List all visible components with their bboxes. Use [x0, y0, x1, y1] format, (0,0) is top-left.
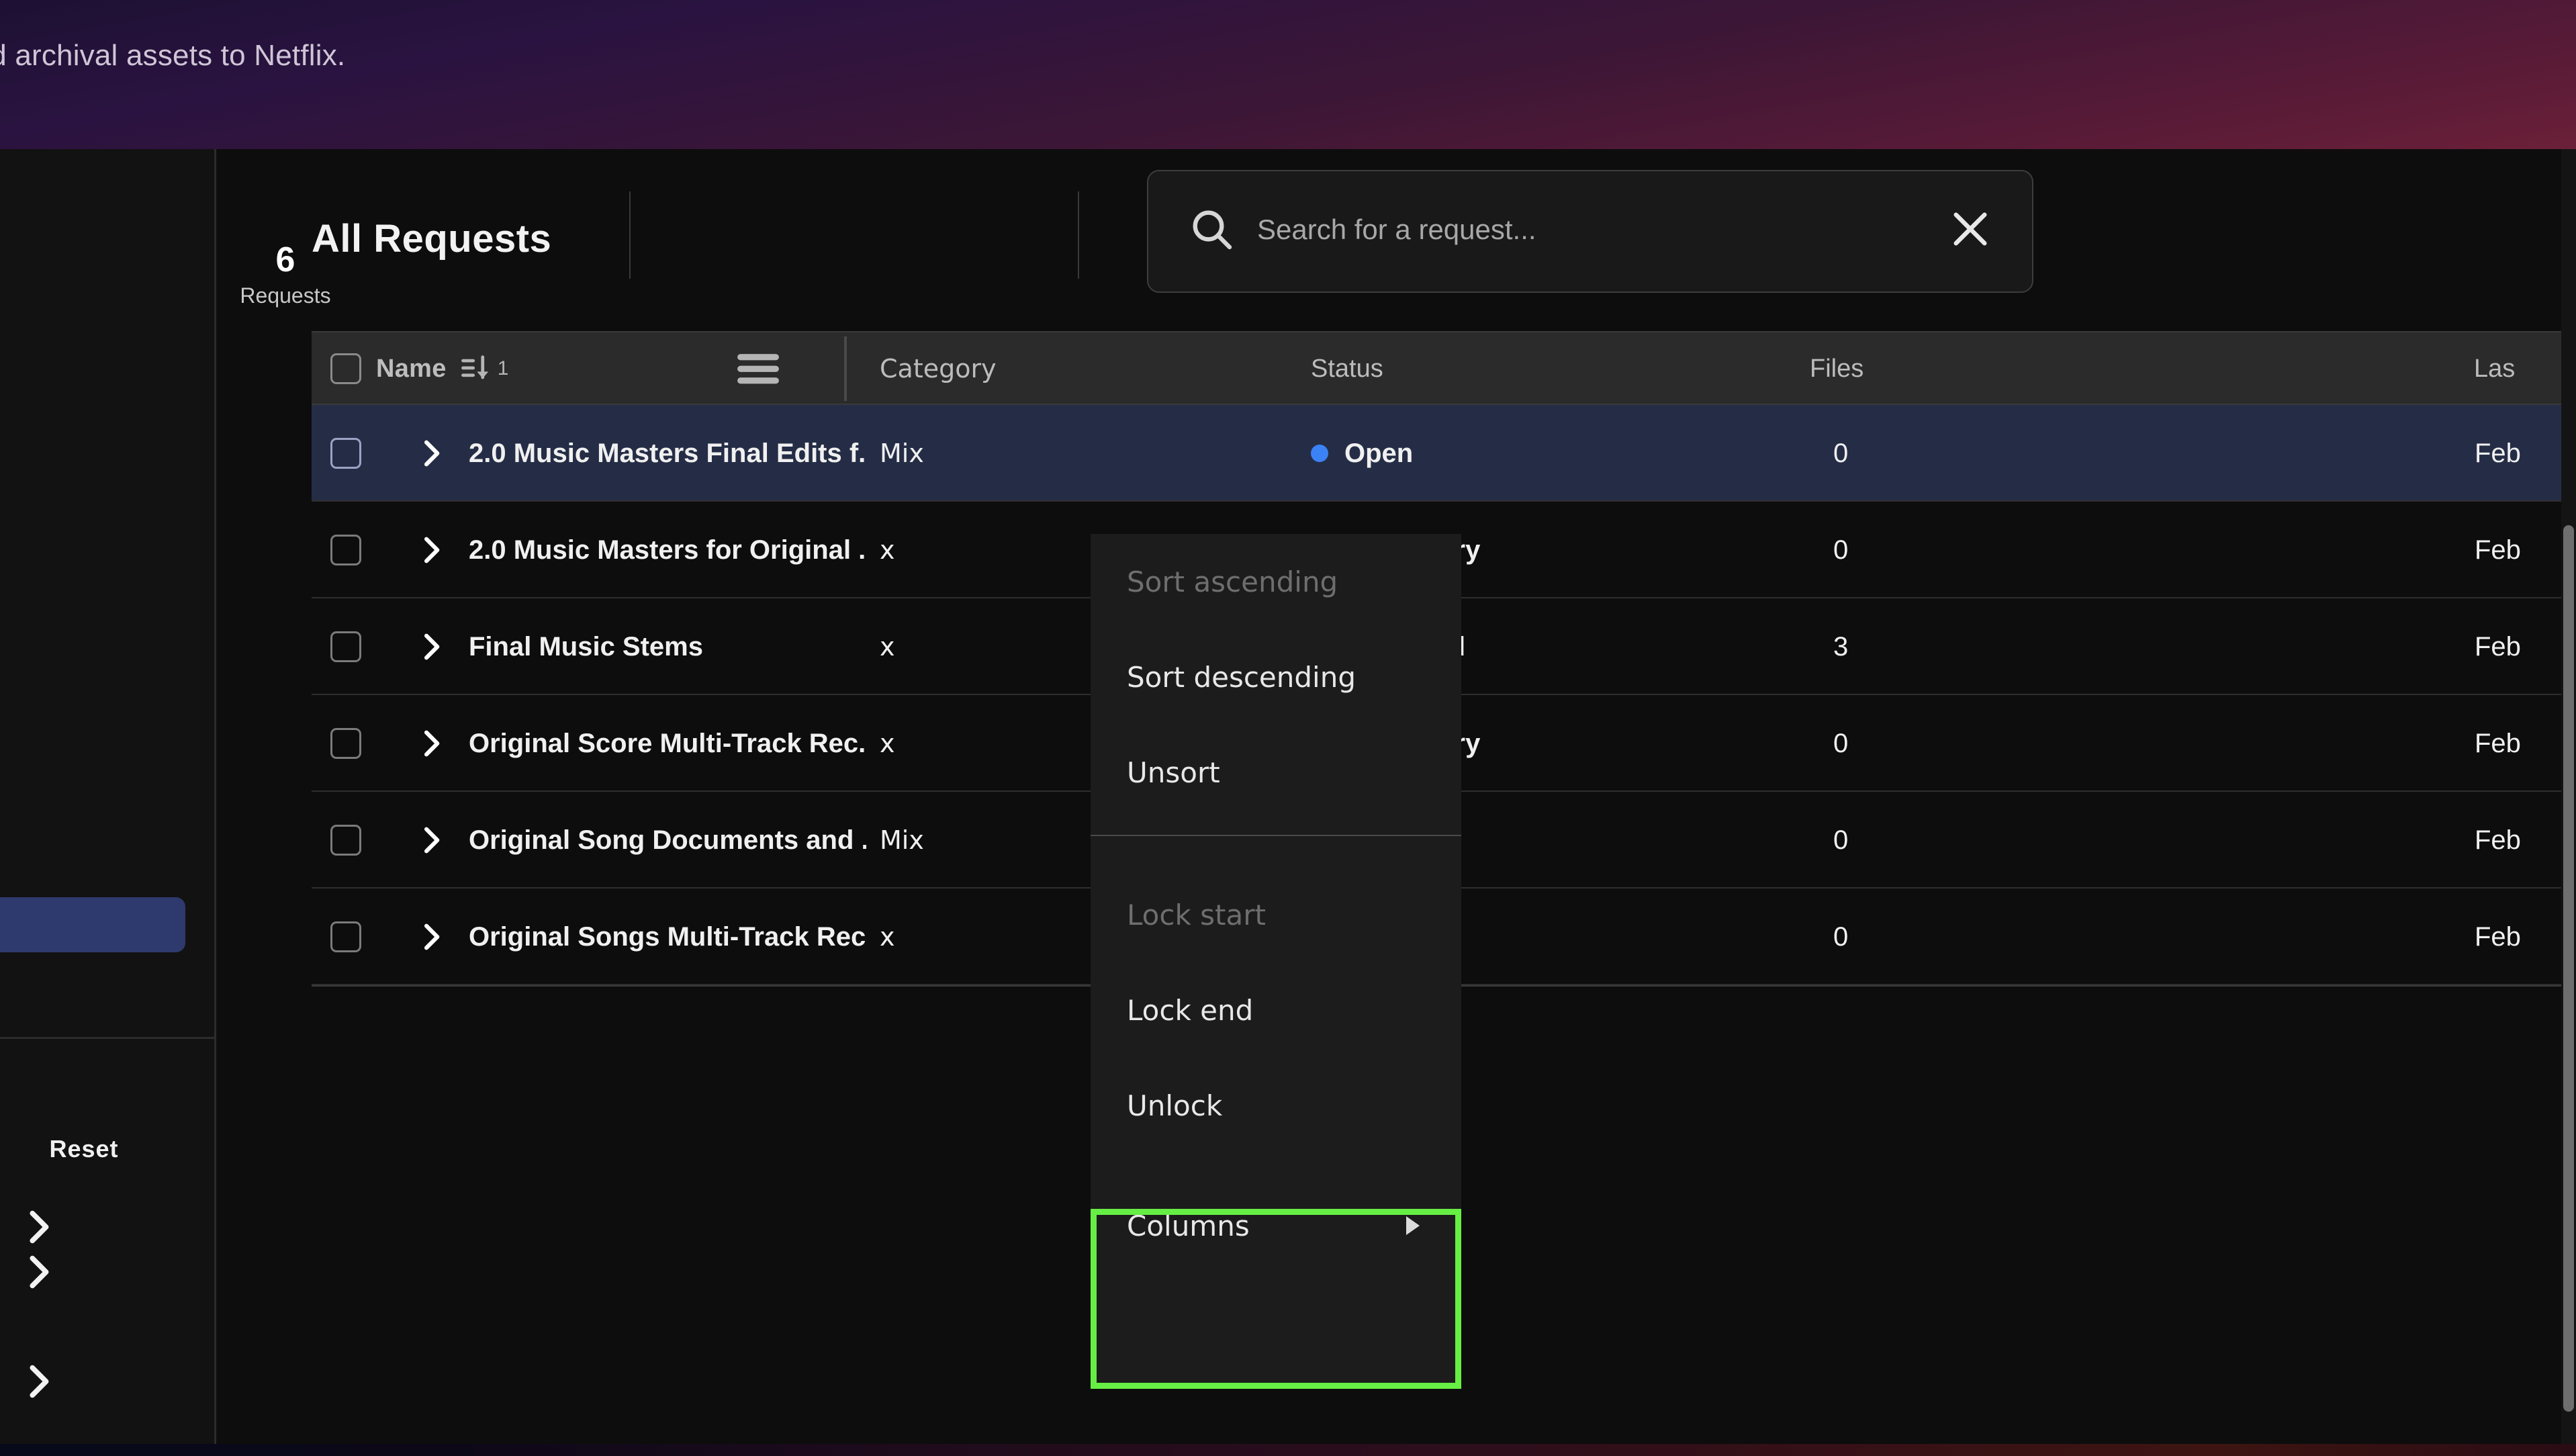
cell-name: Original Song Documents and .	[469, 825, 866, 855]
column-header-name-label: Name	[376, 354, 447, 383]
table-header-row: Name 1 Category Status Files Las	[312, 332, 2576, 405]
banner-text: ing final and archival assets to Netflix…	[0, 39, 346, 72]
sidebar-divider	[0, 1037, 216, 1039]
column-resize-handle[interactable]	[844, 336, 847, 401]
sort-order-badge: 1	[497, 357, 509, 379]
cell-name: Original Score Multi-Track Rec.	[469, 728, 866, 758]
menu-item-lock-end[interactable]: Lock end	[1091, 962, 1461, 1058]
column-header-category[interactable]: Category	[866, 332, 1289, 405]
toolbar: All Requests 6 Requests	[218, 149, 2576, 317]
cell-files: 0	[1833, 438, 1849, 468]
cell-last-modified: Feb	[2475, 921, 2521, 952]
menu-item-lock-start: Lock start	[1127, 898, 1266, 931]
search-box[interactable]	[1147, 170, 2033, 293]
vertical-scrollbar-thumb[interactable]	[2563, 525, 2574, 1412]
sidebar-active-chip[interactable]	[0, 897, 185, 952]
cell-status: Open	[1289, 405, 1672, 502]
top-banner: ing final and archival assets to Netflix…	[0, 0, 2576, 149]
cell-name: 2.0 Music Masters for Original .	[469, 535, 866, 565]
cell-name: Original Songs Multi-Track Rec	[469, 921, 866, 952]
bottom-gradient-bar	[0, 1444, 2576, 1456]
column-header-status[interactable]: Status	[1289, 332, 1672, 405]
status-dot	[1311, 445, 1328, 462]
search-input[interactable]	[1257, 206, 1895, 253]
cell-files: 0	[1833, 728, 1849, 758]
cell-last-modified: Feb	[2475, 728, 2521, 758]
cell-files: 0	[1833, 825, 1849, 855]
chevron-right-icon	[1406, 1216, 1420, 1235]
cell-files: 3	[1833, 631, 1849, 662]
column-header-last-modified[interactable]: Las	[1941, 332, 2515, 405]
status-label: Open	[1344, 438, 1414, 468]
menu-item-unsort[interactable]: Unsort	[1091, 725, 1461, 820]
reset-button[interactable]: Reset	[0, 1135, 168, 1163]
menu-item-columns-label: Columns	[1127, 1209, 1250, 1242]
sidebar-chevron-right-icon[interactable]	[15, 1358, 62, 1405]
cell-last-modified: Feb	[2475, 535, 2521, 565]
column-header-name[interactable]: Name 1	[312, 332, 802, 405]
sort-descending-icon: 1	[459, 351, 509, 386]
menu-item-sort-ascending: Sort ascending	[1127, 565, 1338, 598]
column-context-menu: Sort ascending Sort descending Unsort Lo…	[1091, 534, 1461, 1385]
cell-last-modified: Feb	[2475, 825, 2521, 855]
close-icon[interactable]	[1947, 206, 1993, 252]
toolbar-divider	[629, 191, 631, 279]
cell-name: 2.0 Music Masters Final Edits f.	[469, 438, 866, 468]
cell-last-modified: Feb	[2475, 631, 2521, 662]
column-header-files[interactable]: Files	[1672, 332, 1941, 405]
table-row[interactable]: 2.0 Music Masters Final Edits f. Mix Ope…	[312, 405, 2576, 502]
search-icon	[1187, 205, 1236, 253]
cell-category: Mix	[880, 439, 924, 468]
vertical-scrollbar-track[interactable]	[2561, 149, 2576, 1445]
menu-item-sort-descending[interactable]: Sort descending	[1091, 629, 1461, 725]
request-count: 6	[275, 240, 295, 279]
left-sidebar: Reset	[0, 149, 216, 1445]
menu-item-columns[interactable]: Columns	[1091, 1162, 1461, 1289]
toolbar-divider	[1078, 191, 1079, 279]
request-count-label: Requests	[240, 283, 331, 308]
app-root: ing final and archival assets to Netflix…	[0, 0, 2576, 1456]
menu-item-unlock[interactable]: Unlock	[1091, 1058, 1461, 1153]
sidebar-chevron-right-icon[interactable]	[15, 1203, 62, 1250]
cell-last-modified: Feb	[2475, 438, 2521, 468]
sidebar-chevron-right-icon[interactable]	[15, 1248, 62, 1295]
cell-name: Final Music Stems	[469, 631, 703, 662]
hamburger-menu-icon[interactable]	[735, 351, 782, 386]
cell-files: 0	[1833, 921, 1849, 952]
menu-separator	[1091, 835, 1461, 836]
cell-files: 0	[1833, 535, 1849, 565]
